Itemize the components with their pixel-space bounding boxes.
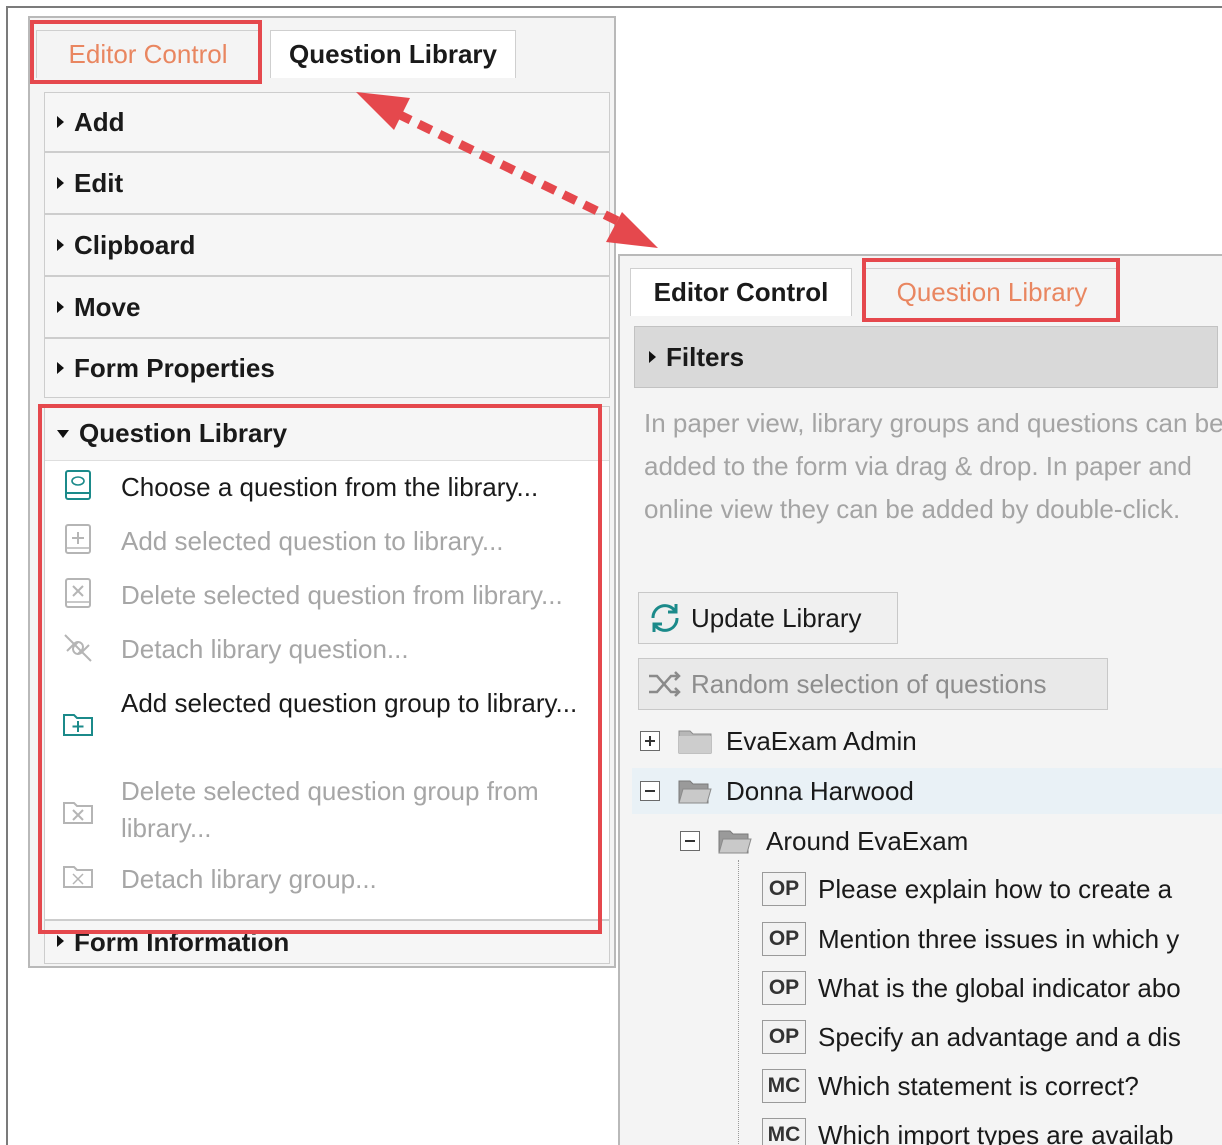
tab-editor-control[interactable]: Editor Control [36,30,260,78]
section-add[interactable]: Add [44,92,610,152]
tab-editor-control-right[interactable]: Editor Control [630,268,852,316]
section-edit-label: Edit [74,167,124,198]
collapse-icon[interactable] [640,781,660,801]
caret-right-icon [57,177,64,189]
caret-right-icon [57,362,64,374]
update-library-label: Update Library [691,602,862,633]
caret-right-icon [57,116,64,128]
choose-question-label: Choose a question from the library... [121,472,539,502]
add-question-label: Add selected question to library... [121,526,504,556]
add-folder-icon [63,714,93,736]
tree-group-label: EvaExam Admin [726,725,917,756]
right-panel: Editor Control Question Library Filters … [618,254,1222,1145]
tree-question-row[interactable]: OP What is the global indicator abo [762,965,1181,1011]
tree-group-donna-harwood[interactable]: Donna Harwood [632,768,1222,814]
tree-group-label: Donna Harwood [726,775,914,806]
tree-group-label: Around EvaExam [766,825,969,856]
section-edit[interactable]: Edit [44,152,610,214]
left-panel: Editor Control Question Library Add Edit… [28,16,616,968]
question-library-header[interactable]: Question Library [45,407,609,461]
tree-connector [738,860,739,1145]
unlink-icon [64,634,92,662]
random-selection-button[interactable]: Random selection of questions [638,658,1108,710]
book-icon [65,470,91,500]
tab-editor-control-right-label: Editor Control [653,277,829,307]
caret-down-icon [57,429,69,438]
detach-group-item[interactable]: Detach library group... [45,861,609,905]
caret-right-icon [57,935,64,947]
detach-question-label: Detach library question... [121,634,409,664]
tree-question-row[interactable]: OP Please explain how to create a [762,866,1172,912]
update-library-button[interactable]: Update Library [638,592,898,644]
question-text: Which import types are availab [818,1119,1174,1145]
tree-question-row[interactable]: MC Which statement is correct? [762,1063,1139,1109]
delete-group-item[interactable]: Delete selected question group from libr… [45,773,609,853]
tree-question-row[interactable]: MC Which import types are availab [762,1112,1173,1145]
question-type-badge: OP [762,971,806,1005]
section-move-label: Move [74,291,141,322]
delete-doc-icon [65,578,91,608]
question-type-badge: OP [762,922,806,956]
detach-question-item[interactable]: Detach library question... [45,631,609,675]
add-group-label: Add selected question group to library..… [121,688,578,718]
section-form-properties-label: Form Properties [74,352,275,383]
folder-icon [678,730,712,754]
tab-question-library-label: Question Library [288,39,498,69]
delete-group-label: Delete selected question group from libr… [121,776,539,843]
delete-folder-icon [63,802,93,824]
question-type-badge: OP [762,872,806,906]
collapse-icon[interactable] [680,831,700,851]
tree-group-around-evaexam[interactable]: Around EvaExam [680,818,968,864]
tree-question-row[interactable]: OP Mention three issues in which y [762,916,1179,962]
question-library-section: Question Library Choose a question from … [44,406,610,920]
question-type-badge: MC [762,1118,806,1145]
caret-right-icon [57,301,64,313]
tab-question-library[interactable]: Question Library [270,30,516,78]
tree-group-evaexam-admin[interactable]: EvaExam Admin [640,718,917,764]
section-clipboard[interactable]: Clipboard [44,214,610,276]
section-clipboard-label: Clipboard [74,229,196,260]
delete-question-label: Delete selected question from library... [121,580,563,610]
filters-section[interactable]: Filters [634,326,1218,388]
section-form-properties[interactable]: Form Properties [44,338,610,398]
question-type-badge: OP [762,1020,806,1054]
question-library-title: Question Library [79,418,288,448]
question-type-badge: MC [762,1069,806,1103]
tree-question-row[interactable]: OP Specify an advantage and a dis [762,1014,1181,1060]
question-text: Mention three issues in which y [818,923,1180,954]
detach-group-label: Detach library group... [121,864,377,894]
question-text: What is the global indicator abo [818,972,1181,1003]
question-text: Which statement is correct? [818,1070,1139,1101]
tab-question-library-right-label: Question Library [896,277,1088,307]
add-doc-icon [65,524,91,554]
expand-icon[interactable] [640,731,660,751]
add-group-item[interactable]: Add selected question group to library..… [45,685,609,765]
section-add-label: Add [74,106,125,137]
section-move[interactable]: Move [44,276,610,338]
tab-editor-control-label: Editor Control [68,39,228,69]
caret-right-icon [649,351,656,363]
random-selection-label: Random selection of questions [691,668,1047,699]
library-info-text: In paper view, library groups and questi… [644,408,1222,524]
folder-open-icon [718,830,752,854]
delete-question-item[interactable]: Delete selected question from library... [45,577,609,621]
tab-question-library-right[interactable]: Question Library [864,268,1120,316]
question-text: Specify an advantage and a dis [818,1021,1181,1052]
section-form-information-label: Form Information [74,927,290,957]
caret-right-icon [57,239,64,251]
question-text: Please explain how to create a [818,873,1173,904]
detach-folder-icon [63,866,93,888]
folder-open-icon [678,780,712,804]
filters-label: Filters [666,341,745,372]
shuffle-icon [649,671,681,697]
section-form-information[interactable]: Form Information [44,920,610,964]
choose-question-item[interactable]: Choose a question from the library... [45,469,609,513]
refresh-icon [651,604,679,632]
add-question-item[interactable]: Add selected question to library... [45,523,609,567]
